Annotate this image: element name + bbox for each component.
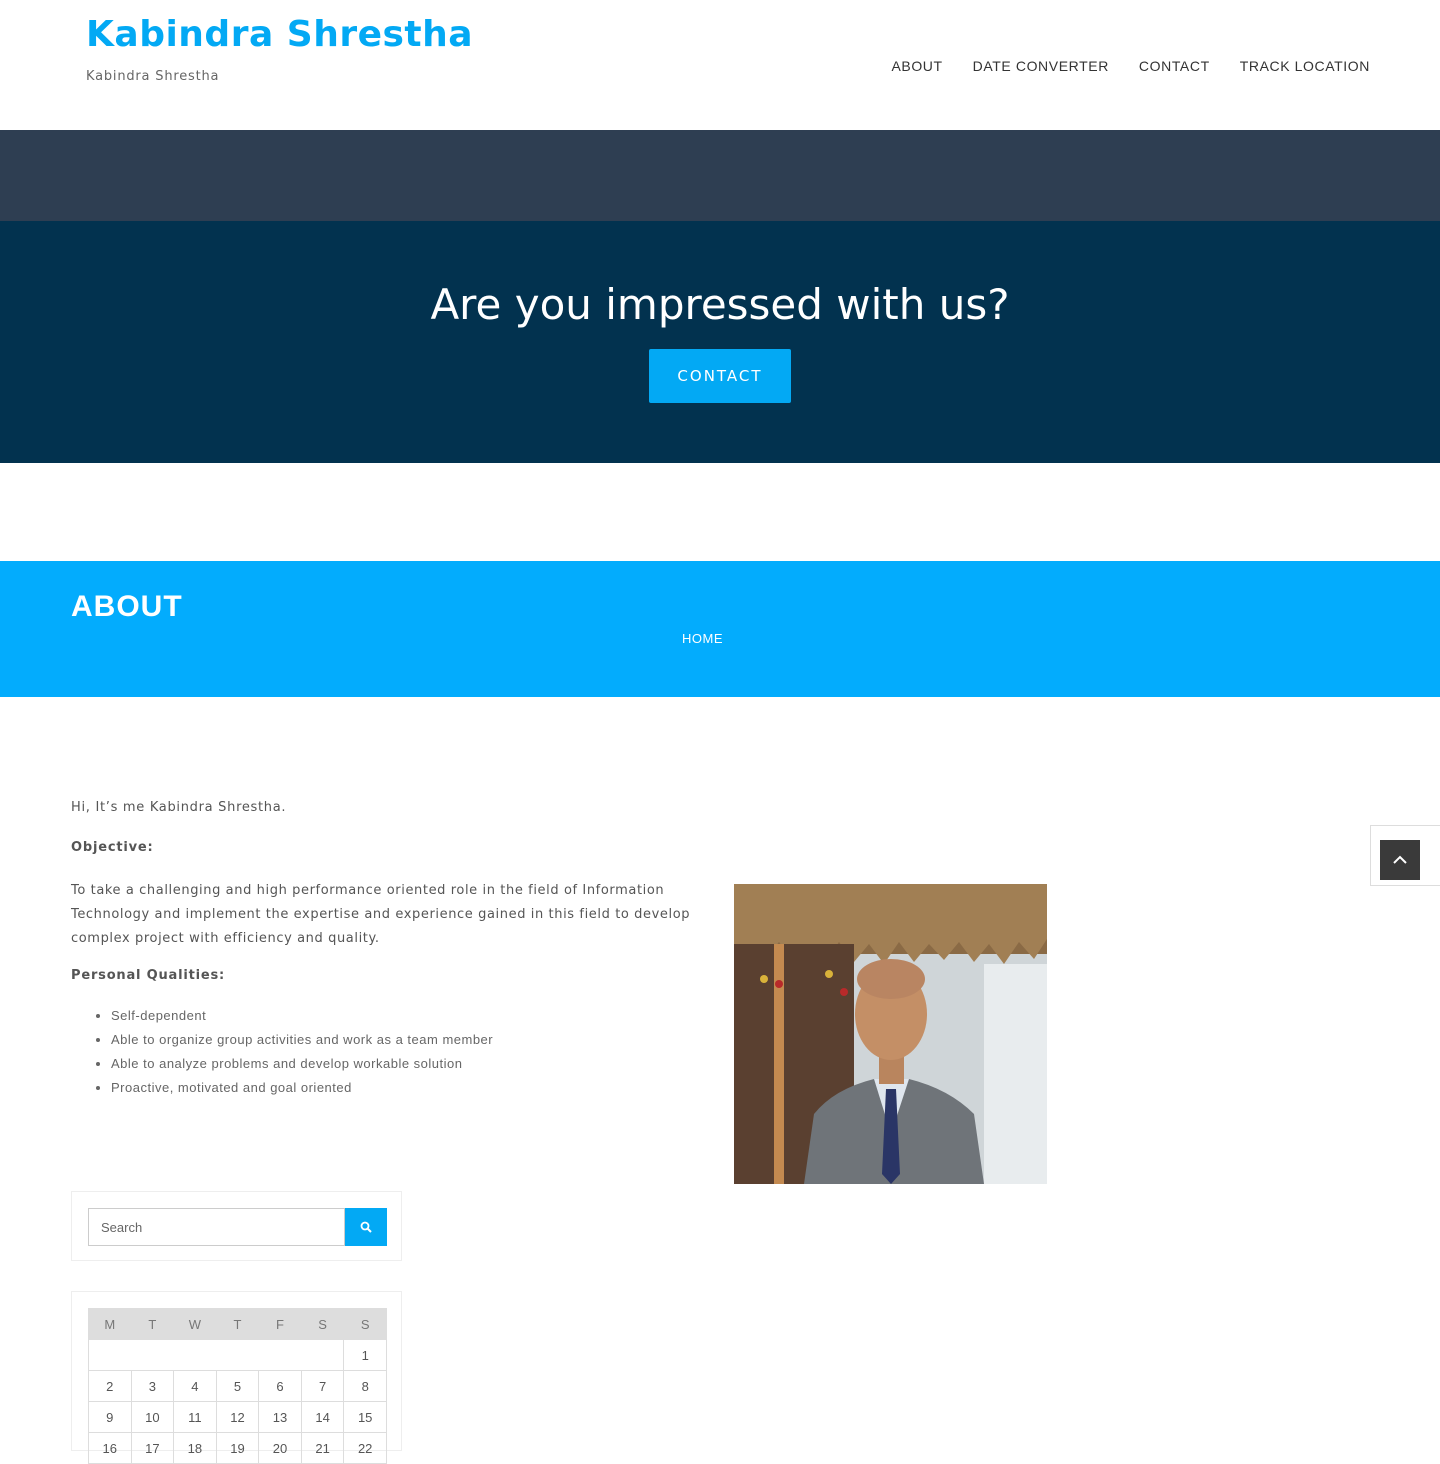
back-to-top-button[interactable]	[1380, 840, 1420, 880]
calendar-day: 16	[88, 1432, 132, 1464]
calendar-day: 19	[215, 1432, 260, 1464]
qualities-list: Self-dependent Able to organize group ac…	[111, 1004, 493, 1100]
calendar-day: 9	[88, 1401, 132, 1433]
calendar-day-header: T	[215, 1308, 260, 1340]
calendar-day-header: T	[130, 1308, 175, 1340]
list-item: Able to organize group activities and wo…	[111, 1028, 493, 1052]
search-widget	[71, 1191, 402, 1261]
calendar-day: 11	[173, 1401, 217, 1433]
nav-item-about[interactable]: ABOUT	[891, 58, 942, 74]
calendar-day: 10	[130, 1401, 175, 1433]
calendar-day-header: W	[173, 1308, 217, 1340]
objective-text: To take a challenging and high performan…	[71, 883, 691, 946]
calendar-day: 18	[173, 1432, 217, 1464]
chevron-up-icon	[1393, 855, 1407, 864]
calendar-widget: M T W T F S S 1 2 3 4 5 6 7 8 9 10 11 12…	[71, 1291, 402, 1464]
nav-item-contact[interactable]: CONTACT	[1139, 58, 1210, 74]
page-title: ABOUT	[71, 590, 183, 623]
nav-item-track-location[interactable]: TRACK LOCATION	[1240, 58, 1370, 74]
calendar-day: 6	[258, 1370, 302, 1402]
breadcrumb-home[interactable]: HOME	[682, 631, 723, 646]
header-band	[0, 130, 1440, 221]
calendar-day: 20	[258, 1432, 302, 1464]
site-tagline: Kabindra Shrestha	[86, 69, 220, 84]
calendar-day: 8	[343, 1370, 387, 1402]
search-icon	[360, 1221, 372, 1233]
main-nav: ABOUT DATE CONVERTER CONTACT TRACK LOCAT…	[891, 58, 1370, 74]
qualities-heading: Personal Qualities:	[71, 968, 226, 983]
calendar-day-header: S	[343, 1308, 387, 1340]
calendar-day: 17	[130, 1432, 175, 1464]
calendar-day: 14	[300, 1401, 345, 1433]
list-item: Self-dependent	[111, 1004, 493, 1028]
calendar: M T W T F S S 1 2 3 4 5 6 7 8 9 10 11 12…	[87, 1308, 387, 1464]
calendar-day-header: M	[88, 1308, 132, 1340]
calendar-week: 16 17 18 19 20 21 22	[88, 1432, 387, 1464]
calendar-day-header: F	[258, 1308, 302, 1340]
search-input[interactable]	[88, 1208, 345, 1246]
profile-photo	[734, 884, 1047, 1184]
calendar-day: 12	[215, 1401, 260, 1433]
calendar-empty-cell	[87, 1339, 345, 1371]
calendar-day: 1	[343, 1339, 387, 1371]
calendar-day: 21	[300, 1432, 345, 1464]
calendar-day: 22	[343, 1432, 387, 1464]
calendar-day: 5	[215, 1370, 260, 1402]
cta-section	[0, 221, 1440, 463]
calendar-day: 2	[88, 1370, 132, 1402]
calendar-day: 15	[343, 1401, 387, 1433]
list-item: Proactive, motivated and goal oriented	[111, 1076, 493, 1100]
page-banner	[0, 561, 1440, 697]
site-header: Kabindra Shrestha Kabindra Shrestha ABOU…	[0, 0, 1440, 130]
cta-heading: Are you impressed with us?	[430, 280, 1010, 329]
profile-photo-illustration	[734, 884, 1047, 1184]
search-button[interactable]	[345, 1208, 387, 1246]
calendar-day: 3	[130, 1370, 175, 1402]
nav-item-date-converter[interactable]: DATE CONVERTER	[973, 58, 1109, 74]
calendar-week: 9 10 11 12 13 14 15	[88, 1401, 387, 1433]
intro-text: Hi, It’s me Kabindra Shrestha.	[71, 800, 287, 815]
calendar-day: 4	[173, 1370, 217, 1402]
site-title[interactable]: Kabindra Shrestha	[86, 14, 473, 55]
contact-button[interactable]: CONTACT	[649, 349, 791, 403]
calendar-day-header: S	[300, 1308, 345, 1340]
objective-heading: Objective:	[71, 840, 154, 855]
calendar-week: 1	[87, 1339, 387, 1371]
calendar-day: 13	[258, 1401, 302, 1433]
calendar-week: 2 3 4 5 6 7 8	[88, 1370, 387, 1402]
calendar-day: 7	[300, 1370, 345, 1402]
list-item: Able to analyze problems and develop wor…	[111, 1052, 493, 1076]
